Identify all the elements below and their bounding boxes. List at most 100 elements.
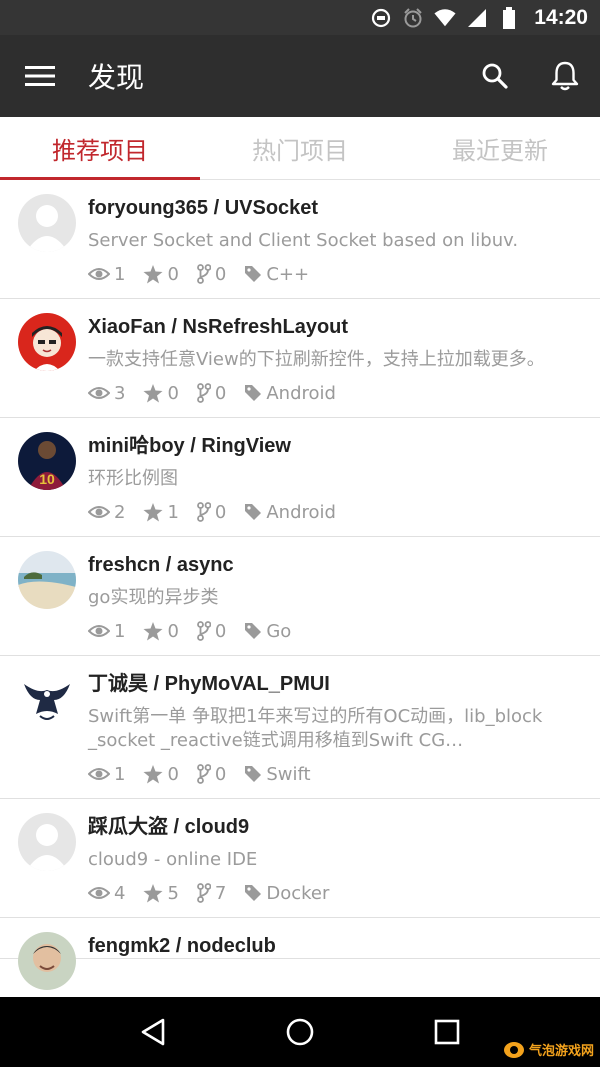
repo-stats: 1 0 0 C++	[88, 259, 582, 289]
watermark: 气泡游戏网	[503, 1040, 594, 1059]
alarm-icon	[402, 7, 424, 29]
back-button[interactable]	[123, 1002, 183, 1062]
watch-count: 4	[114, 882, 126, 904]
watermark-text: 气泡游戏网	[528, 1043, 594, 1058]
avatar[interactable]	[18, 932, 76, 990]
star-count: 0	[167, 263, 179, 285]
tag-icon	[245, 385, 262, 401]
repo-description: Server Socket and Client Socket based on…	[88, 230, 519, 251]
eye-icon	[88, 887, 110, 899]
search-icon	[482, 63, 508, 89]
tab-recommended[interactable]: 推荐项目	[0, 117, 200, 180]
repo-title[interactable]: fengmk2 / nodeclub	[88, 934, 582, 958]
watch-count: 1	[114, 263, 126, 285]
star-icon	[143, 883, 163, 902]
star-count: 1	[167, 501, 179, 523]
language-label: C++	[266, 263, 310, 285]
eye-icon	[88, 506, 110, 518]
star-count: 0	[167, 620, 179, 642]
fork-icon	[197, 764, 211, 784]
avatar[interactable]: 10	[18, 432, 76, 490]
repo-title[interactable]: mini哈boy / RingView	[88, 434, 582, 458]
repo-list-item[interactable]: fengmk2 / nodeclub	[0, 918, 600, 990]
avatar[interactable]	[18, 551, 76, 609]
tag-icon	[245, 266, 262, 282]
fork-icon	[197, 621, 211, 641]
navigation-bar: 气泡游戏网	[0, 997, 600, 1067]
language-label: Swift	[266, 763, 311, 785]
repo-description: 环形比例图	[88, 468, 178, 489]
fork-count: 7	[214, 882, 227, 904]
repo-list-item[interactable]: foryoung365 / UVSocket Server Socket and…	[0, 180, 600, 299]
repo-description: 一款支持任意View的下拉刷新控件，支持上拉加载更多。	[88, 349, 545, 370]
menu-button[interactable]	[0, 35, 80, 117]
star-icon	[143, 621, 163, 640]
eye-icon	[88, 625, 110, 637]
recents-icon	[434, 1019, 459, 1045]
tab-popular[interactable]: 热门项目	[200, 117, 400, 179]
repo-title[interactable]: 踩瓜大盗 / cloud9	[88, 815, 582, 839]
repo-list-item[interactable]: 踩瓜大盗 / cloud9 cloud9 - online IDE 4 5 7 …	[0, 799, 600, 918]
fork-icon	[197, 383, 211, 403]
star-count: 5	[167, 882, 179, 904]
app-bar: 发现	[0, 35, 600, 117]
avatar[interactable]	[18, 313, 76, 371]
fork-count: 0	[214, 263, 227, 285]
language-label: Docker	[266, 882, 330, 904]
fork-count: 0	[214, 382, 227, 404]
repo-list-item[interactable]: freshcn / async go实现的异步类 1 0 0 Go	[0, 537, 600, 656]
tab-recent[interactable]: 最近更新	[400, 117, 600, 179]
avatar[interactable]	[18, 813, 76, 871]
star-icon	[143, 383, 163, 402]
search-button[interactable]	[460, 35, 530, 117]
watch-count: 3	[114, 382, 126, 404]
star-count: 0	[167, 763, 179, 785]
repo-stats: 3 0 0 Android	[88, 378, 582, 408]
fork-icon	[197, 264, 211, 284]
repo-list: foryoung365 / UVSocket Server Socket and…	[0, 180, 600, 997]
bell-icon	[551, 61, 579, 91]
tag-icon	[245, 766, 262, 782]
notifications-button[interactable]	[530, 35, 600, 117]
repo-title[interactable]: XiaoFan / NsRefreshLayout	[88, 315, 582, 339]
repo-description: go实现的异步类	[88, 587, 219, 608]
repo-list-item[interactable]: 丁诚昊 / PhyMoVAL_PMUI Swift第一单 争取把1年来写过的所有…	[0, 656, 600, 799]
battery-icon	[498, 6, 520, 29]
repo-title[interactable]: foryoung365 / UVSocket	[88, 196, 582, 220]
clock-time: 14:20	[534, 5, 588, 29]
home-icon	[286, 1018, 314, 1046]
avatar[interactable]	[18, 194, 76, 252]
signal-icon	[466, 7, 488, 29]
star-icon	[143, 264, 163, 283]
repo-stats: 2 1 0 Android	[88, 497, 582, 527]
repo-stats: 1 0 0 Swift	[88, 759, 582, 789]
repo-list-item[interactable]: 10 mini哈boy / RingView 环形比例图 2 1 0 Andro…	[0, 418, 600, 537]
eye-icon	[88, 268, 110, 280]
eye-icon	[88, 387, 110, 399]
language-label: Android	[266, 382, 336, 404]
watch-count: 1	[114, 620, 126, 642]
tab-bar: 推荐项目 热门项目 最近更新	[0, 117, 600, 180]
repo-list-item[interactable]: XiaoFan / NsRefreshLayout 一款支持任意View的下拉刷…	[0, 299, 600, 418]
watch-count: 2	[114, 501, 126, 523]
recents-button[interactable]	[417, 1002, 477, 1062]
repo-stats: 4 5 7 Docker	[88, 878, 582, 908]
watch-count: 1	[114, 763, 126, 785]
fork-icon	[197, 883, 211, 903]
repo-title[interactable]: 丁诚昊 / PhyMoVAL_PMUI	[88, 672, 582, 696]
repo-description: cloud9 - online IDE	[88, 849, 258, 870]
watermark-logo-icon	[503, 1041, 524, 1058]
repo-title[interactable]: freshcn / async	[88, 553, 582, 577]
svg-text:10: 10	[39, 471, 55, 487]
home-button[interactable]	[270, 1002, 330, 1062]
avatar[interactable]	[18, 670, 76, 728]
repo-description: Swift第一单 争取把1年来写过的所有OC动画，lib_block _sock…	[88, 706, 543, 751]
fork-icon	[197, 502, 211, 522]
language-label: Android	[266, 501, 336, 523]
language-label: Go	[266, 620, 292, 642]
page-title: 发现	[88, 61, 145, 94]
eye-icon	[88, 768, 110, 780]
tag-icon	[245, 623, 262, 639]
tag-icon	[245, 885, 262, 901]
fork-count: 0	[214, 763, 227, 785]
